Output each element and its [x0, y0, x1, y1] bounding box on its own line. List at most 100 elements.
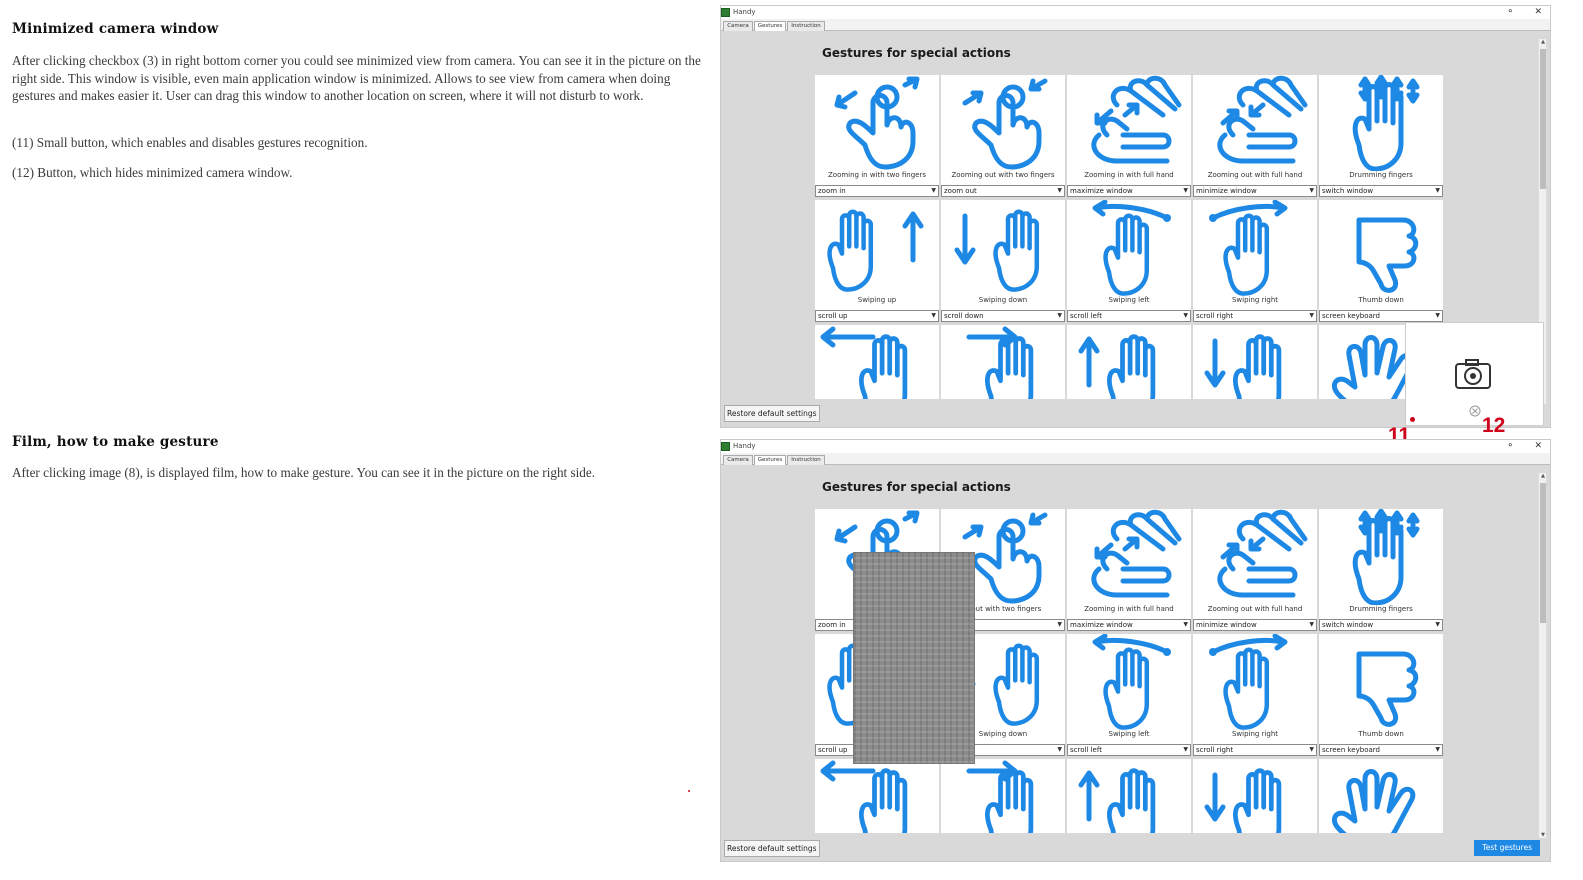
scroll-down-icon[interactable]: ▼ — [1539, 832, 1547, 838]
gesture-card — [1319, 759, 1443, 833]
gesture-action-select[interactable]: screen keyboard ▼ — [1319, 310, 1443, 322]
app-window-2: Handy ⚬ ✕ Camera Gestures Instruction Ge… — [720, 439, 1551, 862]
gesture-action-select[interactable]: switch window ▼ — [1319, 619, 1443, 631]
restore-default-settings-button[interactable]: Restore default settings — [724, 840, 820, 857]
test-gestures-button[interactable]: Test gestures — [1474, 840, 1540, 856]
gesture-image-thumb-down-icon[interactable] — [1319, 200, 1443, 296]
gesture-image-swipe-down-icon[interactable] — [941, 200, 1065, 296]
gesture-action-select[interactable]: minimize window ▼ — [1193, 619, 1317, 631]
gesture-recognition-toggle-button[interactable] — [1410, 417, 1415, 422]
gesture-image-wave-hand-icon[interactable] — [1319, 759, 1443, 833]
gesture-label: Swiping down — [978, 296, 1028, 304]
hide-camera-window-icon[interactable] — [1469, 405, 1481, 417]
gesture-image-zoom-in-full-hand-icon[interactable] — [1067, 75, 1191, 171]
gesture-card — [941, 759, 1065, 833]
swipe-right-icon — [1209, 199, 1288, 296]
gesture-image-zoom-out-full-hand-icon[interactable] — [1193, 509, 1317, 605]
scrollbar-thumb[interactable] — [1540, 49, 1546, 189]
gesture-image-drumming-fingers-icon[interactable] — [1319, 508, 1443, 606]
gesture-image-drumming-fingers-icon[interactable] — [1319, 74, 1443, 172]
gesture-action-select[interactable]: scroll right ▼ — [1193, 744, 1317, 756]
gesture-action-select[interactable]: zoom out ▼ — [941, 185, 1065, 197]
gesture-image-point-right-icon[interactable] — [941, 759, 1065, 833]
gesture-action-value: scroll up — [818, 746, 848, 754]
gesture-image-zoom-out-two-fingers-icon[interactable] — [941, 75, 1065, 171]
gesture-image-point-right-icon[interactable] — [941, 325, 1065, 399]
tab-strip: Camera Gestures Instruction — [721, 19, 1550, 31]
gesture-image-zoom-in-two-fingers-icon[interactable] — [815, 75, 939, 171]
gesture-action-value: switch window — [1322, 621, 1374, 629]
zoom-in-two-fingers-icon — [834, 76, 920, 170]
minimized-camera-window[interactable] — [1405, 322, 1544, 426]
gesture-card — [1067, 325, 1191, 399]
gesture-action-value: scroll left — [1070, 312, 1102, 320]
gesture-action-select[interactable]: scroll left ▼ — [1067, 744, 1191, 756]
gesture-image-point-left-icon[interactable] — [815, 325, 939, 399]
gesture-image-point-down-icon[interactable] — [1193, 325, 1317, 399]
gesture-card: Zooming in with full hand maximize window… — [1067, 509, 1191, 631]
gesture-action-select[interactable]: minimize window ▼ — [1193, 185, 1317, 197]
gesture-action-select[interactable]: scroll right ▼ — [1193, 310, 1317, 322]
gesture-image-swipe-left-icon[interactable] — [1067, 199, 1191, 296]
paragraph-minimized-camera: After clicking checkbox (3) in right bot… — [12, 53, 701, 103]
gesture-image-swipe-left-icon[interactable] — [1067, 633, 1191, 730]
gestures-panel: Gestures for special actions Zoominzoom … — [721, 465, 1550, 833]
scrollbar-thumb[interactable] — [1540, 483, 1546, 623]
thumb-down-icon — [1356, 217, 1419, 293]
gesture-image-point-left-icon[interactable] — [815, 759, 939, 833]
restore-window-icon[interactable]: ⚬ — [1506, 6, 1514, 19]
gesture-film-video[interactable] — [853, 552, 975, 764]
gesture-card: Zooming in with two fingers zoom in ▼ — [815, 75, 939, 197]
zoom-in-full-hand-icon — [1091, 75, 1182, 164]
gesture-card: Zooming in with full hand maximize window… — [1067, 75, 1191, 197]
app-logo-icon — [721, 8, 730, 17]
close-icon[interactable]: ✕ — [1534, 6, 1542, 19]
gesture-action-select[interactable]: screen keyboard ▼ — [1319, 744, 1443, 756]
gesture-image-thumb-down-icon[interactable] — [1319, 634, 1443, 730]
gesture-card: Zooming out with full hand minimize windo… — [1193, 75, 1317, 197]
gesture-label: Zooming in with full hand — [1084, 171, 1174, 179]
gesture-image-zoom-in-full-hand-icon[interactable] — [1067, 509, 1191, 605]
gesture-label: Swiping up — [857, 296, 897, 304]
gesture-image-point-up-icon[interactable] — [1067, 325, 1191, 399]
tab-gestures[interactable]: Gestures — [754, 455, 786, 465]
tab-instruction[interactable]: Instruction — [787, 21, 825, 31]
gesture-action-select[interactable]: zoom in ▼ — [815, 185, 939, 197]
tab-camera[interactable]: Camera — [723, 21, 753, 31]
gesture-action-select[interactable]: scroll up ▼ — [815, 310, 939, 322]
gesture-image-swipe-right-icon[interactable] — [1193, 633, 1317, 730]
thumb-down-icon — [1356, 651, 1419, 727]
gesture-action-select[interactable]: switch window ▼ — [1319, 185, 1443, 197]
gesture-image-point-down-icon[interactable] — [1193, 759, 1317, 833]
close-icon[interactable]: ✕ — [1534, 440, 1542, 453]
gesture-image-point-up-icon[interactable] — [1067, 759, 1191, 833]
point-up-icon — [1078, 768, 1156, 833]
restore-window-icon[interactable]: ⚬ — [1506, 440, 1514, 453]
dropdown-arrow-icon: ▼ — [1057, 621, 1062, 628]
dropdown-arrow-icon: ▼ — [1309, 746, 1314, 753]
paragraph-film: After clicking image (8), is displayed f… — [12, 465, 596, 480]
tab-gestures[interactable]: Gestures — [754, 21, 786, 31]
gesture-image-swipe-up-icon[interactable] — [815, 200, 939, 296]
gesture-card: Swiping right scroll right ▼ — [1193, 199, 1317, 322]
gesture-card: Swiping right scroll right ▼ — [1193, 633, 1317, 756]
gesture-action-select[interactable]: maximize window ▼ — [1067, 185, 1191, 197]
gesture-card: Thumb down screen keyboard ▼ — [1319, 634, 1443, 756]
gesture-image-swipe-right-icon[interactable] — [1193, 199, 1317, 296]
gesture-action-select[interactable]: maximize window ▼ — [1067, 619, 1191, 631]
vertical-scrollbar[interactable]: ▲ ▼ — [1538, 473, 1546, 838]
scroll-up-icon[interactable]: ▲ — [1539, 473, 1547, 479]
tab-camera[interactable]: Camera — [723, 455, 753, 465]
gesture-action-value: zoom in — [818, 621, 846, 629]
dropdown-arrow-icon: ▼ — [1435, 187, 1440, 194]
gesture-action-select[interactable]: scroll left ▼ — [1067, 310, 1191, 322]
restore-default-settings-button[interactable]: Restore default settings — [724, 405, 820, 422]
dropdown-arrow-icon: ▼ — [1435, 746, 1440, 753]
gesture-image-zoom-out-full-hand-icon[interactable] — [1193, 75, 1317, 171]
tab-instruction[interactable]: Instruction — [787, 455, 825, 465]
scroll-up-icon[interactable]: ▲ — [1539, 39, 1547, 45]
gesture-action-select[interactable]: scroll down ▼ — [941, 310, 1065, 322]
gesture-action-value: scroll up — [818, 312, 848, 320]
gesture-action-value: switch window — [1322, 187, 1374, 195]
gesture-label: Swiping left — [1108, 296, 1150, 304]
